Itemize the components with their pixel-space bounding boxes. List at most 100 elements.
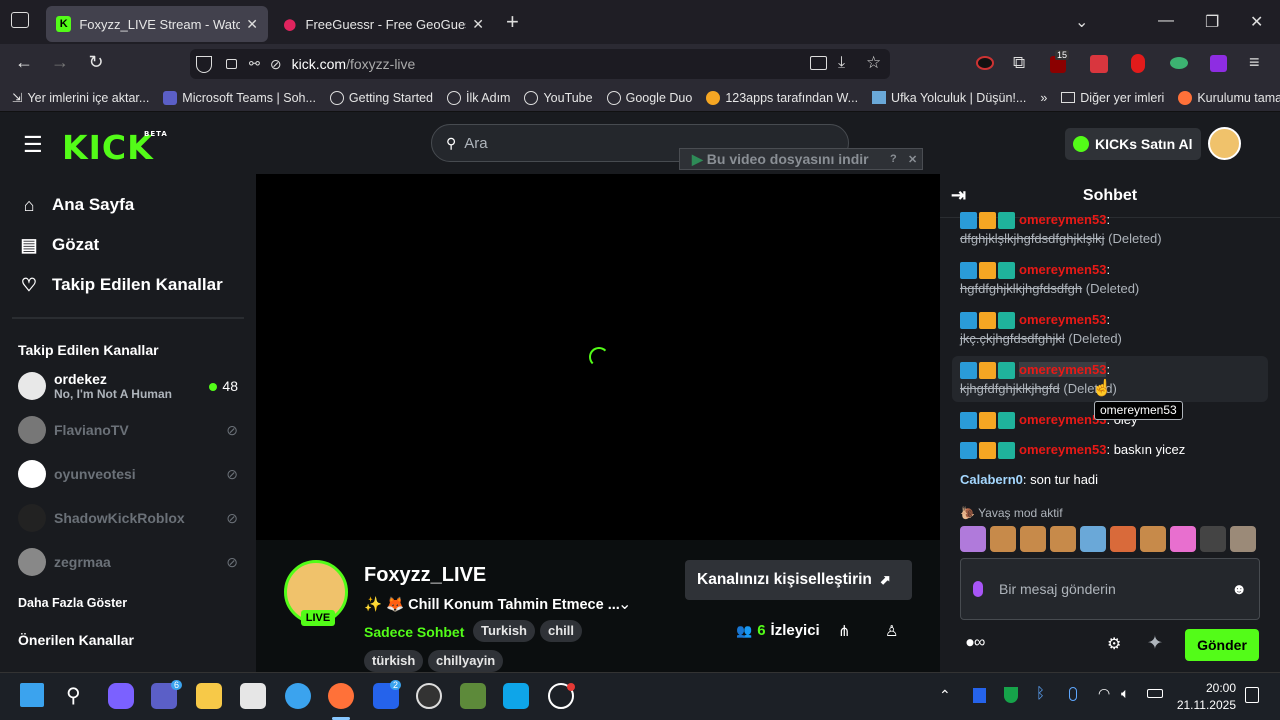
nav-following[interactable]: ♡ Takip Edilen Kanallar	[0, 265, 256, 305]
chat-message[interactable]: omereymen53: hgfdfghjklkjhgfdsdfgh (Dele…	[960, 260, 1270, 298]
system-clock[interactable]: 20:00 21.11.2025	[1174, 680, 1236, 714]
tracking-off-icon[interactable]: ⊘	[270, 56, 282, 73]
reload-icon[interactable]: ↻	[82, 52, 110, 73]
shield-icon[interactable]	[196, 55, 212, 73]
customize-channel-button[interactable]: Kanalınızı kişiselleştirin ⬈	[685, 560, 912, 600]
notifications-icon[interactable]	[1245, 687, 1259, 703]
extensions-puzzle-icon[interactable]: ⧉	[1013, 53, 1025, 73]
bookmarks-overflow-icon[interactable]: »	[1040, 91, 1047, 105]
chat-message[interactable]: omereymen53: baskın yicez	[960, 440, 1270, 460]
windows-start-icon[interactable]	[20, 683, 44, 707]
chat-message-input[interactable]: Bir mesaj gönderin ☻	[960, 558, 1260, 620]
bookmark-123apps[interactable]: 123apps tarafından W...	[706, 90, 858, 105]
tag-turkish[interactable]: Turkish	[473, 620, 535, 642]
lock-icon[interactable]	[226, 59, 237, 69]
tab-freeguessr[interactable]: ⬤ FreeGuessr - Free GeoGuessr Al ✕	[272, 6, 494, 42]
tab-list-icon[interactable]	[11, 12, 29, 28]
wifi-icon[interactable]: ◠	[1098, 685, 1110, 702]
back-icon[interactable]: ←	[10, 52, 38, 73]
minimize-icon[interactable]: —	[1158, 12, 1174, 30]
bookmark-ufka[interactable]: Ufka Yolculuk | Düşün!...	[872, 91, 1026, 105]
kick-points-icon[interactable]: ⦁∞	[966, 634, 985, 652]
new-tab-icon[interactable]: +	[506, 9, 519, 35]
picture-in-picture-icon[interactable]	[810, 56, 827, 70]
share-icon[interactable]: ⋔	[838, 622, 851, 640]
help-icon[interactable]: ?	[890, 153, 897, 165]
chat-settings-gear-icon[interactable]: ⚙	[1107, 634, 1121, 654]
search-icon[interactable]: ⚲	[66, 683, 81, 708]
tag-chill[interactable]: chill	[540, 620, 583, 642]
link-app-icon[interactable]	[416, 683, 442, 709]
tab-close-icon[interactable]: ✕	[472, 16, 484, 33]
emote[interactable]	[960, 526, 986, 552]
menu-hamburger-icon[interactable]: ≡	[1249, 52, 1260, 73]
emote[interactable]	[990, 526, 1016, 552]
chat-message[interactable]: omereymen53: jkç.çkjhgfdsdfghjkl (Delete…	[960, 310, 1270, 348]
user-avatar[interactable]	[1208, 127, 1241, 160]
chat-username[interactable]: Calabern0	[960, 472, 1023, 487]
emote[interactable]	[1020, 526, 1046, 552]
bluetooth-icon[interactable]: ᛒ	[1036, 685, 1045, 702]
chat-username[interactable]: omereymen53	[1019, 212, 1106, 227]
channel-ordekez[interactable]: ordekez No, I'm Not A Human 48	[0, 364, 256, 408]
send-button[interactable]: Gönder	[1185, 629, 1259, 661]
emote[interactable]	[1140, 526, 1166, 552]
collapse-chat-icon[interactable]: ⇥	[951, 185, 966, 206]
channel-shadowkickroblox[interactable]: ShadowKickRoblox ⊘	[0, 496, 256, 540]
channel-name[interactable]: Foxyzz_LIVE	[364, 564, 486, 587]
menu-hamburger-icon[interactable]: ☰	[23, 132, 43, 158]
channel-zegrmaa[interactable]: zegrmaa ⊘	[0, 540, 256, 584]
bookmark-teams[interactable]: Microsoft Teams | Soh...	[163, 90, 316, 105]
bookmark-import[interactable]: ⇲ Yer imlerini içe aktar...	[12, 90, 149, 106]
volume-icon[interactable]: 🔈︎	[1121, 685, 1129, 702]
purple-extension-icon[interactable]	[1210, 55, 1227, 72]
close-icon[interactable]: ✕	[908, 153, 917, 166]
m-app-icon[interactable]	[503, 683, 529, 709]
tab-kick[interactable]: K Foxyzz_LIVE Stream - Watch Live ✕	[46, 6, 268, 42]
emote[interactable]	[1200, 526, 1226, 552]
hand-extension-icon[interactable]	[1131, 54, 1145, 73]
download-page-icon[interactable]: ⤓	[838, 54, 845, 72]
kick-logo[interactable]: KICK BETA	[62, 128, 167, 167]
bookmark-ilk-adim[interactable]: İlk Adım	[447, 90, 510, 105]
channel-oyunveotesi[interactable]: oyunveotesi ⊘	[0, 452, 256, 496]
chat-username[interactable]: omereymen53	[1019, 362, 1107, 377]
file-explorer-icon[interactable]	[196, 683, 222, 709]
bookmark-star-icon[interactable]: ☆	[866, 53, 881, 73]
vpn-icon[interactable]	[285, 683, 311, 709]
video-download-bar[interactable]: ▶ Bu video dosyasını indir ? ✕	[679, 148, 923, 170]
bookmark-youtube[interactable]: YouTube	[524, 90, 593, 105]
microphone-icon[interactable]	[973, 581, 983, 597]
chat-username[interactable]: omereymen53	[1019, 262, 1106, 277]
url-bar[interactable]: ⚯ ⊘ kick.com/foxyzz-live ⤓ ☆	[190, 49, 890, 79]
bookmark-getting-started[interactable]: Getting Started	[329, 90, 433, 105]
forward-icon[interactable]: →	[46, 52, 74, 73]
permissions-icon[interactable]: ⚯	[249, 56, 260, 72]
buy-kicks-button[interactable]: KICKs Satın Al	[1065, 128, 1201, 160]
nav-browse[interactable]: ▤ Gözat	[0, 225, 256, 265]
puzzle-icon[interactable]: ✦	[1147, 632, 1163, 655]
emote[interactable]	[1080, 526, 1106, 552]
bookmark-google-duo[interactable]: Google Duo	[606, 90, 692, 105]
chat-message[interactable]: omereymen53: dfghjklşlkjhgfdsdfghjklşlkj…	[960, 210, 1270, 248]
emote[interactable]	[1170, 526, 1196, 552]
emote[interactable]	[1230, 526, 1256, 552]
bookmark-setup[interactable]: Kurulumu tamamla	[1178, 90, 1280, 105]
emoji-icon[interactable]: ☻	[1231, 581, 1247, 598]
channel-flavianotv[interactable]: FlavianoTV ⊘	[0, 408, 256, 452]
tray-app-icon[interactable]	[973, 688, 986, 703]
close-window-icon[interactable]: ✕	[1250, 12, 1263, 32]
tab-close-icon[interactable]: ✕	[246, 16, 258, 33]
restore-icon[interactable]: ❐	[1205, 12, 1219, 32]
tray-chevron-icon[interactable]: ⌃	[939, 687, 951, 704]
bookmark-other[interactable]: Diğer yer imleri	[1061, 91, 1164, 105]
nav-home[interactable]: ⌂ Ana Sayfa	[0, 185, 256, 225]
tag-chillyayin[interactable]: chillyayin	[428, 650, 504, 672]
chat-username[interactable]: omereymen53	[1019, 442, 1106, 457]
extension-dark-icon[interactable]	[976, 56, 994, 70]
follow-user-icon[interactable]: ♙	[885, 622, 898, 640]
tab-overflow-chevron-icon[interactable]: ⌄	[1075, 12, 1088, 32]
expand-chevron-icon[interactable]: ⌄	[618, 594, 631, 614]
minecraft-icon[interactable]	[460, 683, 486, 709]
pdf-extension-icon[interactable]	[1090, 55, 1108, 73]
